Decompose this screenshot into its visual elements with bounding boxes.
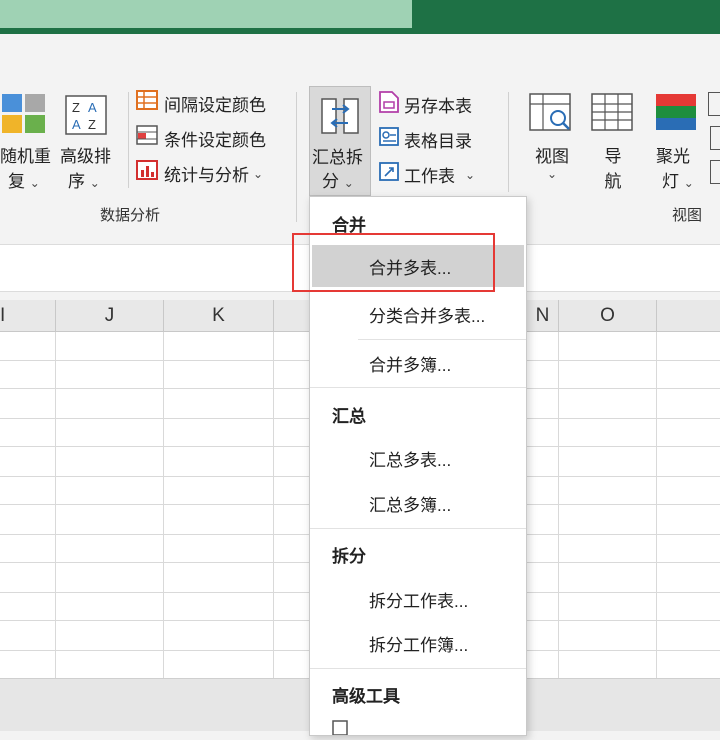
ribbon-separator bbox=[296, 92, 297, 222]
stats-button[interactable]: 统计与分析 ⌄ bbox=[136, 160, 263, 187]
svg-text:Z: Z bbox=[72, 100, 80, 115]
adv-sort-label-2: 序 bbox=[68, 172, 85, 191]
interval-color-label: 间隔设定颜色 bbox=[164, 96, 266, 115]
column-label: I bbox=[0, 305, 6, 326]
tool-icon bbox=[332, 719, 354, 740]
table-dir-label: 表格目录 bbox=[404, 132, 472, 151]
cond-color-label: 条件设定颜色 bbox=[164, 131, 266, 150]
column-header-i[interactable]: I bbox=[0, 300, 56, 332]
table-dir-icon bbox=[378, 125, 400, 154]
chevron-down-icon: ⌄ bbox=[253, 166, 264, 181]
worksheet-label: 工作表 bbox=[404, 167, 455, 186]
random-dup-label-1: 随机重 bbox=[0, 147, 51, 166]
menu-divider bbox=[310, 668, 526, 669]
worksheet-button[interactable]: 工作表 ⌄ bbox=[378, 160, 475, 189]
column-label: N bbox=[535, 305, 550, 326]
menu-divider bbox=[310, 528, 526, 529]
chevron-down-icon: ⌄ bbox=[546, 167, 558, 181]
navigation-button[interactable]: 导 航 bbox=[598, 142, 628, 192]
worksheet-icon bbox=[378, 160, 400, 189]
window-icon bbox=[710, 126, 720, 150]
chevron-down-icon: ⌄ bbox=[343, 176, 354, 190]
freeze-icon bbox=[708, 92, 720, 116]
cond-color-button[interactable]: 条件设定颜色 bbox=[136, 125, 266, 152]
menu-section-split: 拆分 bbox=[332, 547, 366, 566]
column-header-n[interactable]: N bbox=[527, 300, 559, 332]
view-button[interactable]: 视图 ⌄ bbox=[530, 142, 574, 181]
column-header-k[interactable]: K bbox=[164, 300, 274, 332]
random-dup-icon bbox=[0, 92, 52, 142]
table-dir-button[interactable]: 表格目录 bbox=[378, 125, 472, 154]
chevron-down-icon: ⌄ bbox=[465, 167, 476, 182]
chevron-down-icon: ⌄ bbox=[89, 176, 100, 190]
group-label-view: 视图 bbox=[672, 207, 703, 224]
spotlight-button[interactable]: 聚光 灯 ⌄ bbox=[656, 142, 700, 192]
chevron-down-icon: ⌄ bbox=[683, 176, 694, 190]
view-icon bbox=[528, 92, 574, 141]
spotlight-label-2: 灯 bbox=[662, 172, 679, 191]
column-label: K bbox=[212, 305, 225, 326]
chevron-down-icon: ⌄ bbox=[29, 176, 40, 190]
save-as-table-button[interactable]: 另存本表 bbox=[378, 90, 472, 119]
cond-format-icon bbox=[136, 125, 160, 152]
menu-item-summarize-workbooks[interactable]: 汇总多簿... bbox=[312, 482, 524, 524]
summarize-split-button[interactable]: 汇总拆 分 ⌄ bbox=[309, 86, 371, 196]
title-bar-tab bbox=[0, 0, 412, 28]
grid-color-icon bbox=[136, 90, 160, 117]
menu-item-split-sheet[interactable]: 拆分工作表... bbox=[312, 578, 524, 620]
nav-label-2: 航 bbox=[604, 172, 622, 191]
column-header-j[interactable]: J bbox=[56, 300, 164, 332]
save-file-icon bbox=[378, 90, 400, 119]
svg-text:A: A bbox=[88, 100, 97, 115]
navigation-icon bbox=[590, 92, 636, 141]
nav-label-1: 导 bbox=[604, 147, 622, 166]
column-label: J bbox=[104, 305, 115, 326]
column-header-l[interactable] bbox=[274, 300, 310, 332]
column-label: O bbox=[600, 305, 615, 326]
merge-split-icon bbox=[320, 95, 360, 144]
menu-item-summarize-sheets[interactable]: 汇总多表... bbox=[312, 437, 524, 479]
column-header-o[interactable]: O bbox=[559, 300, 657, 332]
menu-divider bbox=[358, 339, 526, 340]
split-icon bbox=[710, 160, 720, 184]
random-dup-button[interactable]: 随机重 复 ⌄ bbox=[0, 142, 56, 192]
spotlight-icon bbox=[654, 92, 698, 141]
menu-divider bbox=[310, 387, 526, 388]
spotlight-label-1: 聚光 bbox=[656, 147, 690, 166]
menu-item-merge-workbooks[interactable]: 合并多簿... bbox=[312, 342, 524, 384]
summarize-split-label-1: 汇总拆 bbox=[312, 148, 363, 167]
group-label-data-analysis: 数据分析 bbox=[100, 207, 161, 224]
ribbon-separator bbox=[508, 92, 509, 192]
menu-section-advanced-tools: 高级工具 bbox=[332, 687, 400, 706]
column-header-p[interactable] bbox=[657, 300, 720, 332]
random-dup-label-2: 复 bbox=[8, 172, 25, 191]
save-as-table-label: 另存本表 bbox=[404, 97, 472, 116]
summarize-split-label-2: 分 bbox=[322, 172, 339, 191]
adv-sort-label-1: 高级排 bbox=[60, 147, 111, 166]
menu-section-summarize: 汇总 bbox=[332, 407, 366, 426]
stats-icon bbox=[136, 160, 160, 187]
view-label: 视图 bbox=[535, 147, 569, 166]
svg-text:Z: Z bbox=[88, 117, 96, 132]
stats-label: 统计与分析 bbox=[164, 166, 249, 185]
highlight-box bbox=[292, 233, 495, 292]
ribbon-separator bbox=[128, 92, 129, 188]
interval-color-button[interactable]: 间隔设定颜色 bbox=[136, 90, 266, 117]
svg-text:A: A bbox=[72, 117, 81, 132]
sort-az-icon: Z A A Z bbox=[64, 94, 110, 138]
menu-item-split-workbook[interactable]: 拆分工作簿... bbox=[312, 622, 524, 664]
adv-sort-button[interactable]: 高级排 序 ⌄ bbox=[60, 142, 120, 192]
menu-item-category-merge-sheets[interactable]: 分类合并多表... bbox=[312, 293, 524, 335]
